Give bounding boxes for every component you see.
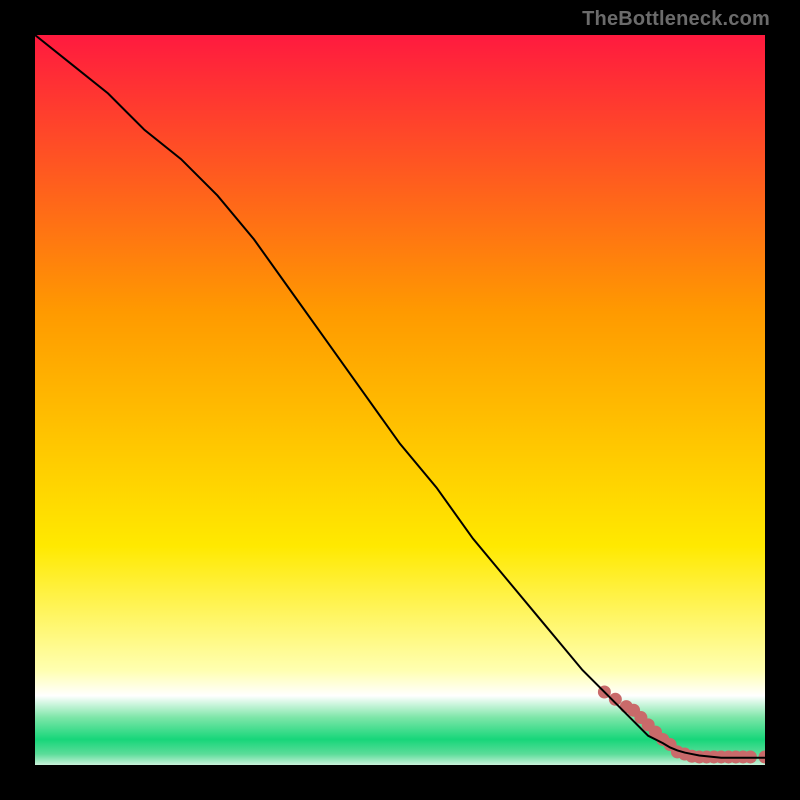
gradient-background	[35, 35, 765, 765]
chart-svg	[35, 35, 765, 765]
chart-frame: TheBottleneck.com	[0, 0, 800, 800]
attribution-label: TheBottleneck.com	[582, 8, 770, 31]
plot-area	[35, 35, 765, 765]
